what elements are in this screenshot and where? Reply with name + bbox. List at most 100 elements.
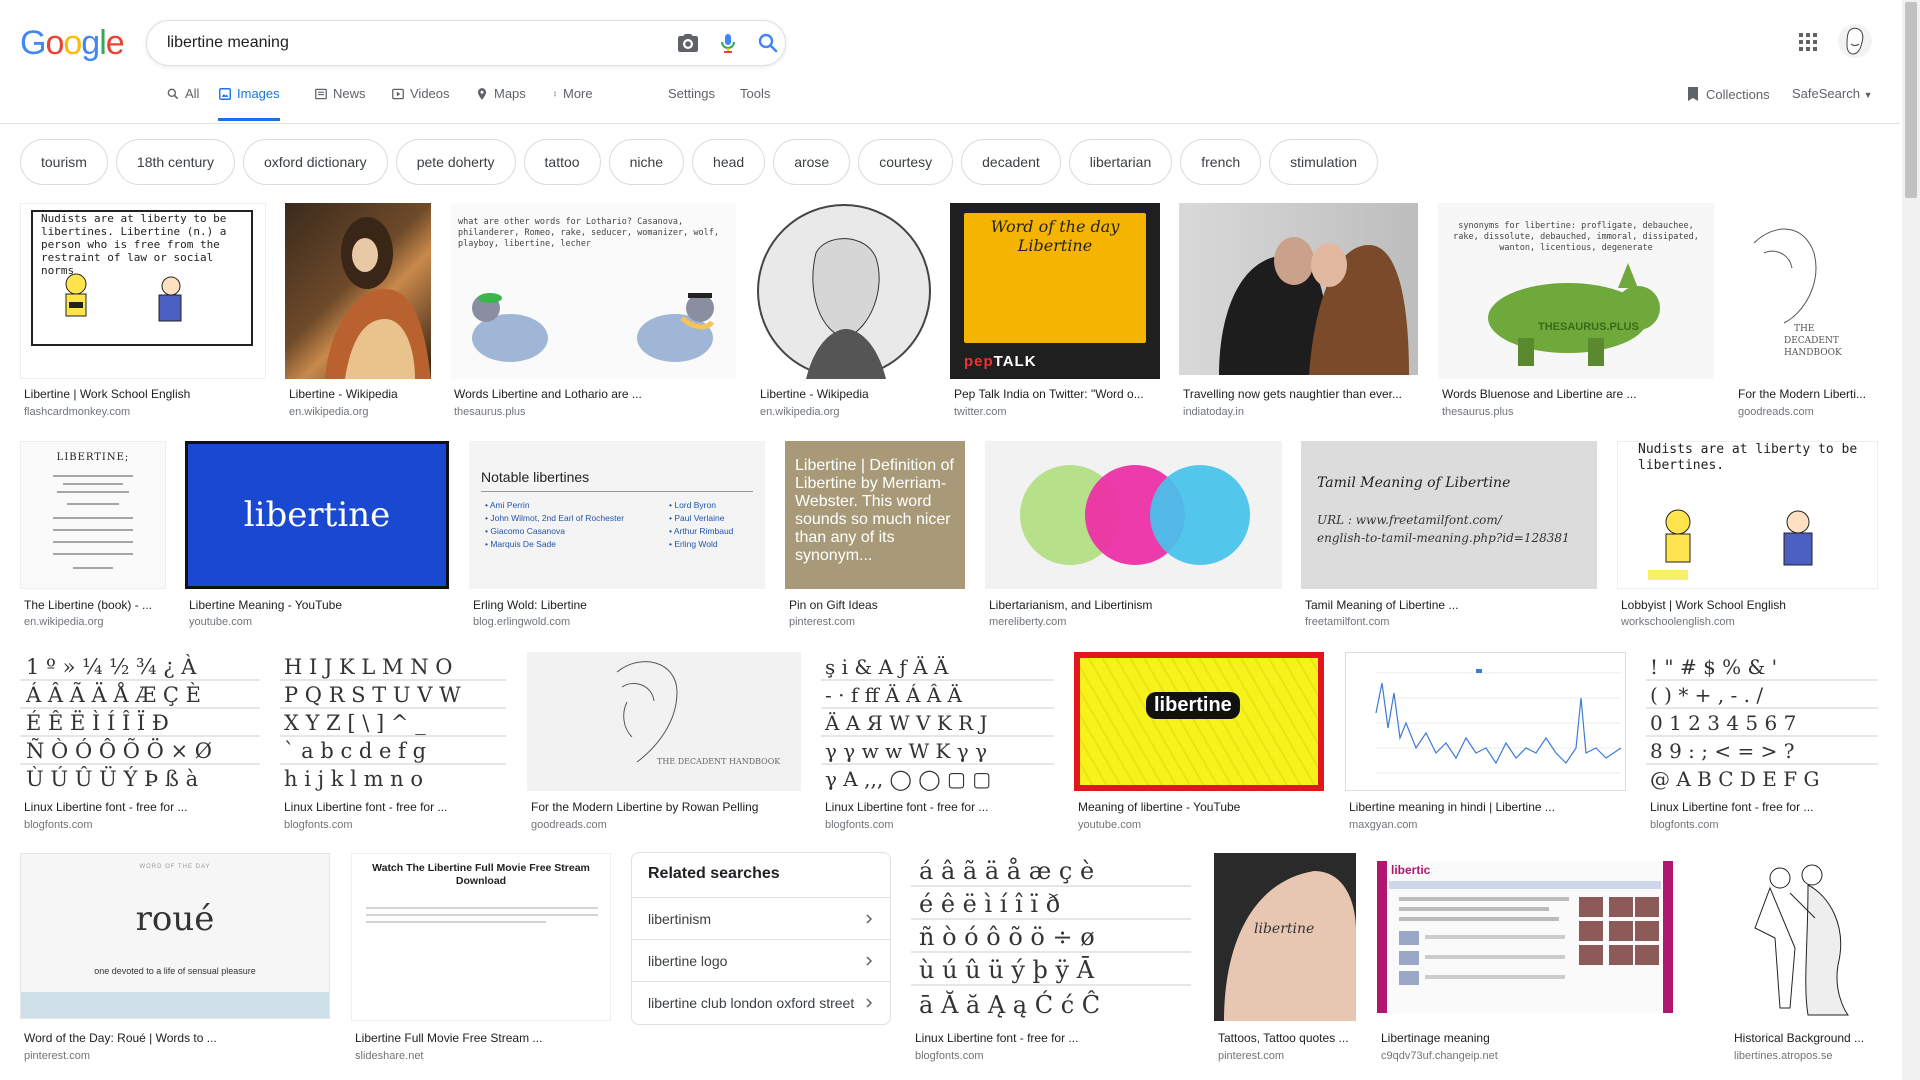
result-source[interactable]: libertines.atropos.se bbox=[1734, 1050, 1878, 1062]
scrollbar-thumb[interactable] bbox=[1905, 2, 1917, 198]
result-thumbnail[interactable] bbox=[756, 203, 931, 379]
related-search-item[interactable]: libertine club london oxford street bbox=[632, 981, 890, 1024]
result-source[interactable]: blogfonts.com bbox=[825, 819, 1054, 831]
result-source[interactable]: thesaurus.plus bbox=[1442, 406, 1712, 418]
result-thumbnail[interactable]: what are other words for Lothario? Casan… bbox=[450, 203, 736, 379]
settings-link[interactable]: Settings bbox=[668, 86, 715, 101]
result-thumbnail[interactable]: ş i & A ƒ Ä Ä - · f ff Ä Á Â Ä Ä A Я W V K… bbox=[821, 652, 1054, 791]
image-result[interactable]: Tamil Meaning of Libertine URL : www.fre… bbox=[1301, 441, 1597, 631]
chip[interactable]: libertarian bbox=[1068, 139, 1173, 185]
result-source[interactable]: blogfonts.com bbox=[24, 819, 260, 831]
result-source[interactable]: twitter.com bbox=[954, 406, 1159, 418]
search-icon[interactable] bbox=[756, 31, 780, 55]
result-source[interactable]: youtube.com bbox=[1078, 819, 1324, 831]
search-input[interactable] bbox=[167, 21, 647, 65]
result-caption[interactable]: Linux Libertine font - free for ... bbox=[915, 1031, 1191, 1045]
image-result[interactable]: what are other words for Lothario? Casan… bbox=[450, 203, 736, 418]
result-source[interactable]: thesaurus.plus bbox=[454, 406, 734, 418]
result-caption[interactable]: Words Libertine and Lothario are ... bbox=[454, 387, 734, 401]
image-result[interactable]: libertine Libertine Meaning - YouTube yo… bbox=[185, 441, 449, 631]
result-thumbnail[interactable]: Nudists are at liberty to be libertines.… bbox=[20, 203, 266, 379]
result-source[interactable]: goodreads.com bbox=[1738, 406, 1878, 418]
chip[interactable]: oxford dictionary bbox=[242, 139, 388, 185]
chip[interactable]: head bbox=[692, 139, 766, 185]
result-caption[interactable]: Pin on Gift Ideas bbox=[789, 598, 965, 612]
result-source[interactable]: blogfonts.com bbox=[284, 819, 506, 831]
image-result[interactable]: libertine Tattoos, Tattoo quotes ... pin… bbox=[1214, 853, 1356, 1065]
result-caption[interactable]: Libertinage meaning bbox=[1381, 1031, 1673, 1045]
result-thumbnail[interactable] bbox=[1179, 203, 1418, 375]
result-source[interactable]: workschoolenglish.com bbox=[1621, 616, 1878, 628]
image-result[interactable]: Watch The Libertine Full Movie Free Stre… bbox=[351, 853, 611, 1065]
result-caption[interactable]: Linux Libertine font - free for ... bbox=[825, 800, 1054, 814]
result-source[interactable]: mereliberty.com bbox=[989, 616, 1282, 628]
chip[interactable]: niche bbox=[608, 139, 685, 185]
image-result[interactable]: Libertine meaning in hindi | Libertine .… bbox=[1345, 652, 1626, 832]
result-caption[interactable]: Libertine - Wikipedia bbox=[760, 387, 930, 401]
result-source[interactable]: blog.erlingwold.com bbox=[473, 616, 765, 628]
result-thumbnail[interactable] bbox=[1730, 853, 1878, 1021]
tab-more[interactable]: More bbox=[552, 86, 593, 121]
result-source[interactable]: goodreads.com bbox=[531, 819, 801, 831]
result-caption[interactable]: Linux Libertine font - free for ... bbox=[284, 800, 506, 814]
result-caption[interactable]: Erling Wold: Libertine bbox=[473, 598, 765, 612]
result-caption[interactable]: Libertarianism, and Libertinism bbox=[989, 598, 1282, 612]
result-caption[interactable]: Travelling now gets naughtier than ever.… bbox=[1183, 387, 1417, 401]
result-source[interactable]: pinterest.com bbox=[789, 616, 965, 628]
result-source[interactable]: en.wikipedia.org bbox=[760, 406, 930, 418]
result-caption[interactable]: Libertine | Work School English bbox=[24, 387, 264, 401]
image-result[interactable]: Historical Background ... libertines.atr… bbox=[1730, 853, 1878, 1065]
result-caption[interactable]: Linux Libertine font - free for ... bbox=[1650, 800, 1878, 814]
result-caption[interactable]: Tamil Meaning of Libertine ... bbox=[1305, 598, 1597, 612]
result-source[interactable]: en.wikipedia.org bbox=[289, 406, 429, 418]
image-result[interactable]: ş i & A ƒ Ä Ä - · f ff Ä Á Â Ä Ä A Я W V K… bbox=[821, 652, 1054, 832]
tab-news[interactable]: News bbox=[314, 86, 366, 121]
result-caption[interactable]: Words Bluenose and Libertine are ... bbox=[1442, 387, 1712, 401]
image-result[interactable]: LIBERTINE; The Libertine (book) - ... en… bbox=[20, 441, 166, 631]
result-thumbnail[interactable]: libertine bbox=[1214, 853, 1356, 1021]
chip[interactable]: french bbox=[1180, 139, 1262, 185]
result-thumbnail[interactable]: Tamil Meaning of Libertine URL : www.fre… bbox=[1301, 441, 1597, 589]
result-caption[interactable]: Libertine Meaning - YouTube bbox=[189, 598, 449, 612]
tab-videos[interactable]: Videos bbox=[391, 86, 450, 121]
result-caption[interactable]: Tattoos, Tattoo quotes ... bbox=[1218, 1031, 1356, 1045]
result-caption[interactable]: Libertine - Wikipedia bbox=[289, 387, 429, 401]
result-thumbnail[interactable]: synonyms for libertine: profligate, deba… bbox=[1438, 203, 1714, 379]
result-caption[interactable]: For the Modern Libertine by Rowan Pellin… bbox=[531, 800, 801, 814]
result-thumbnail[interactable]: THE DECADENT HANDBOOK bbox=[527, 652, 801, 791]
image-result[interactable]: Word of the day Libertine pepTALK Pep Ta… bbox=[950, 203, 1160, 418]
image-result[interactable]: Libertarianism, and Libertinism merelibe… bbox=[985, 441, 1282, 631]
result-source[interactable]: youtube.com bbox=[189, 616, 449, 628]
result-caption[interactable]: Pep Talk India on Twitter: "Word o... bbox=[954, 387, 1159, 401]
result-thumbnail[interactable] bbox=[985, 441, 1282, 589]
image-result[interactable]: libertic Libertinage meaning c9qdv73uf.c… bbox=[1377, 853, 1673, 1065]
image-result[interactable]: Notable libertines • Ami Perrin • John Wi… bbox=[469, 441, 765, 631]
result-thumbnail[interactable]: Nudists are at liberty to be libertines. bbox=[1617, 441, 1878, 589]
result-thumbnail[interactable]: Watch The Libertine Full Movie Free Stre… bbox=[351, 853, 611, 1021]
result-source[interactable]: en.wikipedia.org bbox=[24, 616, 166, 628]
google-logo[interactable]: Google bbox=[20, 24, 125, 63]
result-source[interactable]: blogfonts.com bbox=[915, 1050, 1191, 1062]
camera-icon[interactable] bbox=[676, 31, 700, 55]
image-result[interactable]: libertine Meaning of libertine - YouTube… bbox=[1074, 652, 1324, 832]
result-caption[interactable]: Historical Background ... bbox=[1734, 1031, 1878, 1045]
image-result[interactable]: Travelling now gets naughtier than ever.… bbox=[1179, 203, 1418, 418]
result-caption[interactable]: For the Modern Liberti... bbox=[1738, 387, 1878, 401]
image-result[interactable]: ! " # $ % & ' ( ) * + , - . / 0 1 2 3 4 5 … bbox=[1646, 652, 1878, 832]
result-source[interactable]: pinterest.com bbox=[24, 1050, 330, 1062]
result-source[interactable]: freetamilfont.com bbox=[1305, 616, 1597, 628]
tab-all[interactable]: All bbox=[166, 86, 199, 121]
chip[interactable]: decadent bbox=[961, 139, 1061, 185]
image-result[interactable]: Nudists are at liberty to be libertines.… bbox=[1617, 441, 1878, 631]
result-caption[interactable]: Word of the Day: Roué | Words to ... bbox=[24, 1031, 330, 1045]
image-result[interactable]: THE DECADENT HANDBOOK For the Modern Lib… bbox=[527, 652, 801, 832]
result-thumbnail[interactable]: WORD OF THE DAY roué one devoted to a li… bbox=[20, 853, 330, 1019]
image-result[interactable]: Nudists are at liberty to be libertines.… bbox=[20, 203, 266, 418]
result-thumbnail[interactable]: libertine bbox=[185, 441, 449, 589]
account-avatar[interactable] bbox=[1838, 24, 1872, 58]
image-result[interactable]: WORD OF THE DAY roué one devoted to a li… bbox=[20, 853, 330, 1065]
image-result[interactable]: Libertine - Wikipedia en.wikipedia.org bbox=[285, 203, 431, 418]
tab-images[interactable]: Images bbox=[218, 86, 280, 121]
result-thumbnail[interactable] bbox=[285, 203, 431, 379]
image-result[interactable]: synonyms for libertine: profligate, deba… bbox=[1438, 203, 1714, 418]
